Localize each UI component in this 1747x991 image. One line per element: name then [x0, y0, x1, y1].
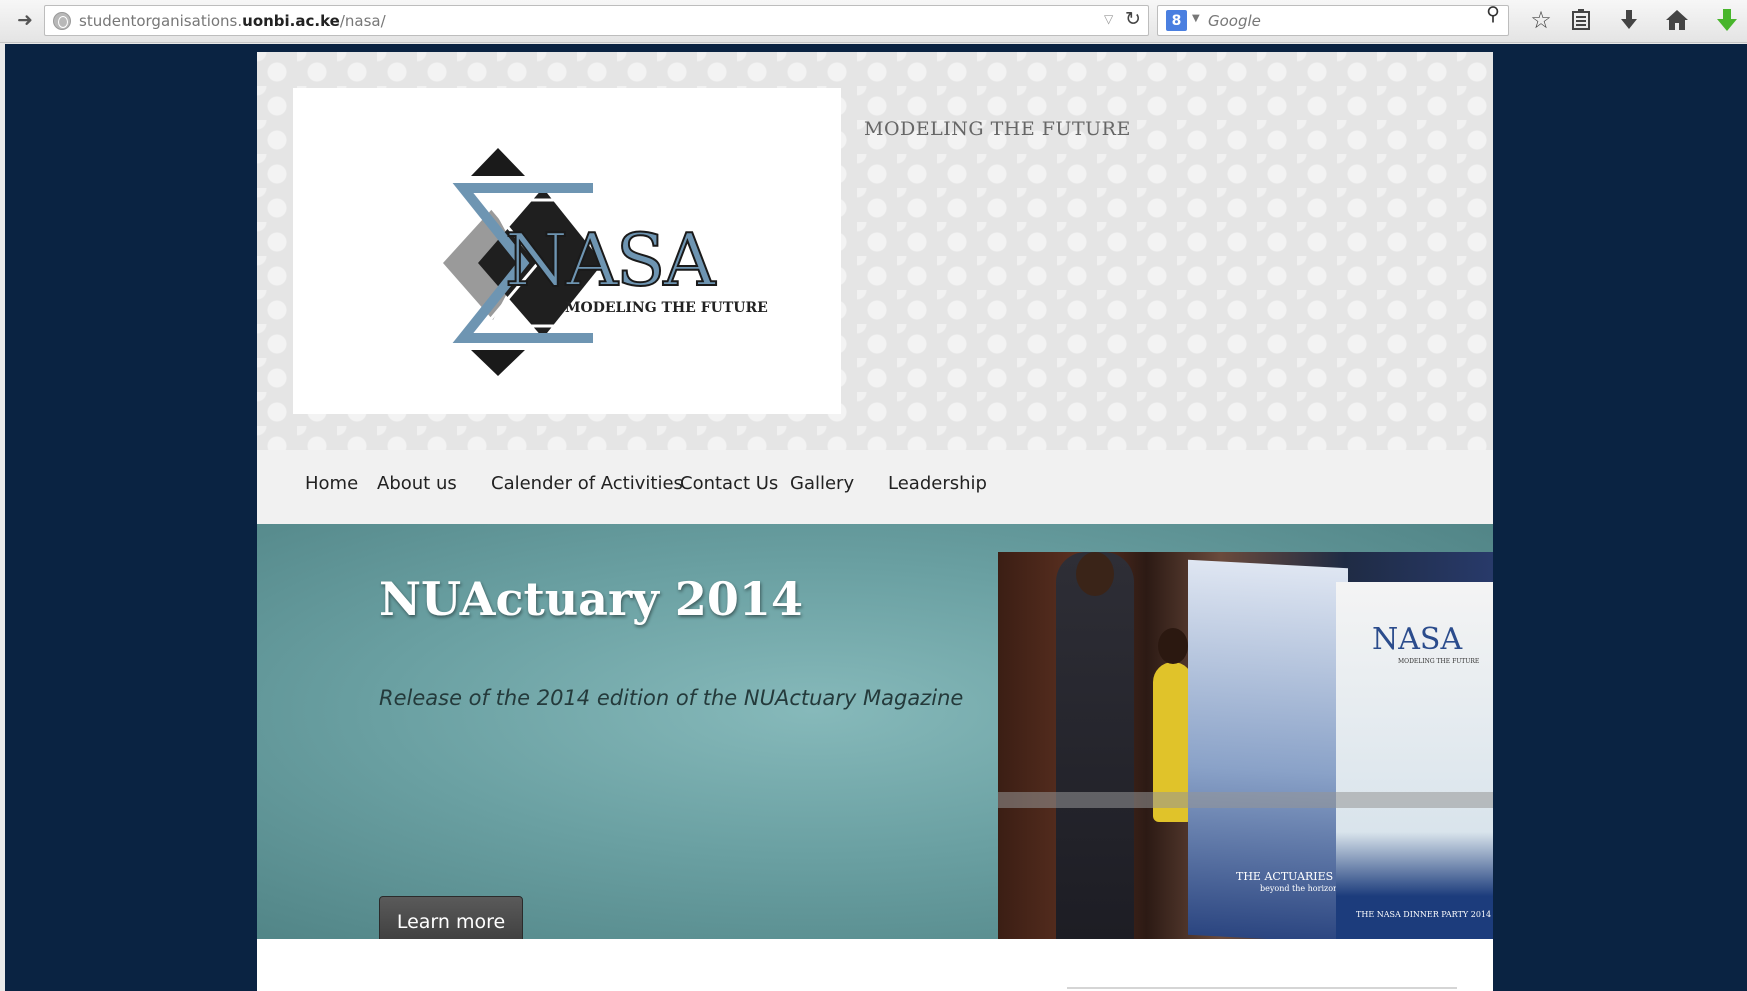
- search-engine-icon[interactable]: 8: [1166, 10, 1187, 31]
- photo-person-woman-head: [1158, 628, 1188, 664]
- photo-magazine-subcaption: beyond the horizon: [1260, 884, 1339, 893]
- reload-icon[interactable]: ↻: [1125, 8, 1141, 30]
- photo-person-man: [1056, 552, 1134, 939]
- url-prefix: studentorganisations.: [79, 12, 243, 30]
- nav-item-leadership[interactable]: Leadership: [888, 473, 987, 494]
- logo-wordmark: NASA: [504, 217, 716, 303]
- url-path: /nasa/: [339, 12, 386, 30]
- site-container: NASA MODELING THE FUTURE MODELING THE FU…: [257, 52, 1493, 991]
- slide-photo: THE ACTUARIES beyond the horizon NASA MO…: [998, 552, 1493, 939]
- featured-slider: NUActuary 2014 Release of the 2014 editi…: [257, 524, 1493, 939]
- download-icon[interactable]: [1614, 5, 1644, 35]
- sidebar-divider: [1067, 987, 1457, 989]
- back-arrow-icon[interactable]: ➜: [12, 8, 38, 32]
- site-logo[interactable]: NASA MODELING THE FUTURE: [293, 88, 841, 414]
- slide-subtitle: Release of the 2014 edition of the NUAct…: [379, 686, 964, 710]
- dropmark-icon[interactable]: ▽: [1104, 12, 1113, 26]
- url-domain: uonbi.ac.ke: [242, 12, 340, 30]
- photo-banner-wordmark: NASA: [1372, 622, 1463, 657]
- search-input[interactable]: Google: [1208, 12, 1261, 30]
- bookmark-star-icon[interactable]: ☆: [1526, 5, 1556, 35]
- nav-item-calender[interactable]: Calender of Activities: [491, 473, 683, 494]
- browser-toolbar: ➜ studentorganisations.uonbi.ac.ke/nasa/…: [0, 0, 1747, 43]
- nav-item-about-us[interactable]: About us: [377, 473, 457, 494]
- search-engine-dropdown-icon[interactable]: ▼: [1192, 13, 1200, 24]
- photo-grey-band: [998, 792, 1493, 808]
- photo-magazine-caption: THE ACTUARIES: [1236, 870, 1334, 883]
- search-bar[interactable]: 8 ▼ Google: [1157, 5, 1509, 36]
- learn-more-button[interactable]: Learn more: [379, 896, 523, 939]
- home-icon[interactable]: [1662, 5, 1692, 35]
- url-text[interactable]: studentorganisations.uonbi.ac.ke/nasa/: [79, 12, 386, 30]
- nav-item-home[interactable]: Home: [305, 473, 358, 494]
- globe-icon: [53, 12, 71, 30]
- main-navigation: Home About us Calender of Activities Con…: [257, 450, 1493, 524]
- slide-title: NUActuary 2014: [379, 572, 803, 626]
- search-icon[interactable]: ⚲: [1486, 3, 1500, 25]
- content-area: [257, 939, 1493, 991]
- nav-item-gallery[interactable]: Gallery: [790, 473, 854, 494]
- photo-banner-subtitle: MODELING THE FUTURE: [1398, 658, 1480, 665]
- site-header: NASA MODELING THE FUTURE MODELING THE FU…: [257, 52, 1493, 450]
- site-tagline: MODELING THE FUTURE: [864, 118, 1131, 140]
- bookmarks-list-icon[interactable]: [1566, 5, 1596, 35]
- photo-person-man-head: [1076, 552, 1114, 596]
- addon-download-icon[interactable]: [1712, 5, 1742, 35]
- photo-banner-footer: THE NASA DINNER PARTY 2014: [1356, 910, 1492, 919]
- nav-item-contact-us[interactable]: Contact Us: [680, 473, 778, 494]
- logo-subtitle: MODELING THE FUTURE: [565, 300, 768, 316]
- url-bar[interactable]: studentorganisations.uonbi.ac.ke/nasa/ ▽…: [44, 5, 1149, 36]
